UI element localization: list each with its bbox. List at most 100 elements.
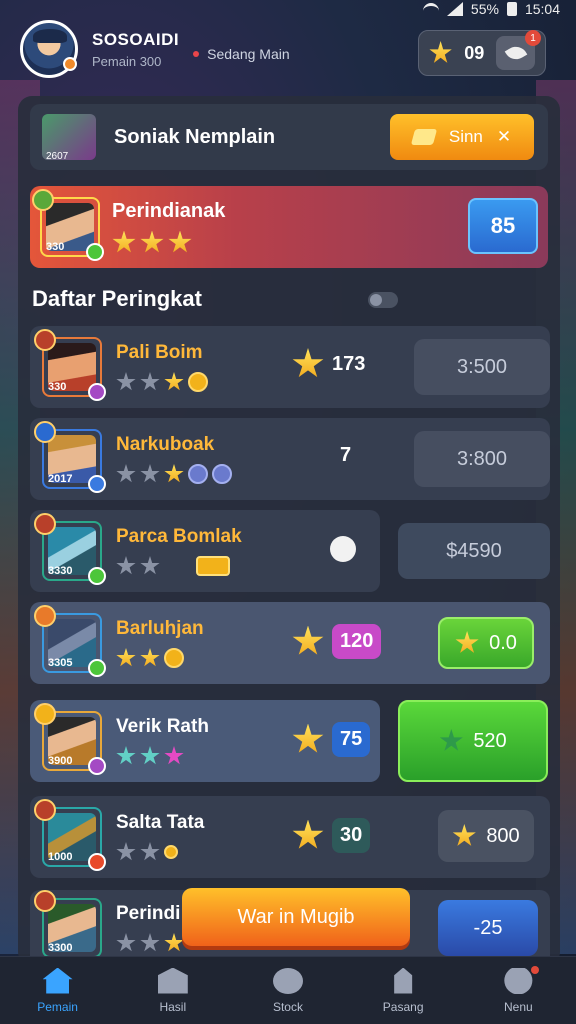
leaderboard-row[interactable]: 3900 Verik Rath 75 <box>30 700 380 782</box>
star-empty-icon <box>116 372 136 391</box>
rewards-button[interactable]: 1 <box>496 30 541 70</box>
star-icon <box>168 230 192 253</box>
player-action-button[interactable]: 800 <box>438 810 534 862</box>
notification-badge: 1 <box>525 30 541 46</box>
gold-bar-icon <box>196 556 230 576</box>
windmill-icon <box>394 967 413 994</box>
star-icon <box>292 625 324 655</box>
nav-hasil[interactable]: Hasil <box>128 967 218 1014</box>
coin-icon <box>188 372 208 392</box>
nav-pemain[interactable]: Pemain <box>13 967 103 1014</box>
star-icon <box>116 648 136 667</box>
nav-label: Nenu <box>504 999 533 1014</box>
nav-pasang[interactable]: Pasang <box>358 967 448 1014</box>
featured-player-card[interactable]: 330 Perindianak 85 <box>30 186 548 268</box>
star-empty-icon <box>140 933 160 952</box>
player-stars <box>116 372 208 392</box>
player-action-button[interactable]: 0.0 <box>438 617 534 669</box>
star-empty-icon <box>116 842 136 861</box>
player-action-button[interactable]: 520 <box>398 700 548 782</box>
star-icon <box>164 933 184 952</box>
player-action-button[interactable]: 3:500 <box>414 339 550 395</box>
player-name: Pali Boim <box>116 342 203 363</box>
player-score <box>330 536 356 562</box>
player-name: Parca Bomlak <box>116 526 242 547</box>
star-currency-icon <box>429 41 452 63</box>
featured-value-button[interactable]: 85 <box>468 198 538 254</box>
player-stars <box>116 464 232 484</box>
globe-icon <box>272 967 303 994</box>
rank-badge <box>34 703 56 725</box>
leaderboard-row[interactable]: 2017 Narkuboak 7 3:800 <box>30 418 550 500</box>
hat-icon <box>33 29 67 43</box>
player-portrait: 1000 <box>34 799 106 871</box>
online-status: Sedang Main <box>193 46 290 62</box>
star-pink-icon <box>164 746 184 765</box>
player-stars <box>116 746 209 766</box>
status-badge <box>88 383 106 401</box>
player-portrait: 2017 <box>34 421 106 493</box>
leaderboard-row[interactable]: 330 Pali Boim 173 3:500 <box>30 326 550 408</box>
currency-box[interactable]: 09 1 <box>418 30 546 76</box>
nav-stock[interactable]: Stock <box>243 967 333 1014</box>
score-value: 30 <box>332 818 371 853</box>
player-score: 120 <box>292 624 382 659</box>
player-action-button[interactable]: 3:800 <box>414 431 550 487</box>
score-value: 75 <box>332 722 371 757</box>
leaderboard-row[interactable]: 1000 Salta Tata 30 800 <box>30 796 550 878</box>
player-level: 330 <box>48 381 67 393</box>
nav-label: Pemain <box>37 999 78 1014</box>
coin-icon <box>164 845 178 859</box>
user-info: SOSOAIDI Pemain 300 <box>92 30 179 69</box>
player-level: 3300 <box>48 942 73 954</box>
leaderboard-row[interactable]: 3305 Barluhjan 120 0.0 <box>30 602 550 684</box>
bottom-navigation: Pemain Hasil Stock Pasang Nenu <box>0 956 576 1024</box>
player-name: Barluhjan <box>116 618 204 639</box>
player-action-button[interactable]: $4590 <box>398 523 550 579</box>
user-subtitle: Pemain 300 <box>92 53 162 69</box>
building-icon <box>157 967 188 994</box>
avatar[interactable] <box>20 20 78 78</box>
player-score: 7 <box>340 444 351 467</box>
status-dot-icon <box>193 51 200 57</box>
score-value: 7 <box>340 444 352 466</box>
player-level: 2017 <box>48 473 73 485</box>
player-name: Salta Tata <box>116 812 205 833</box>
ball-icon <box>330 536 356 562</box>
rank-badge <box>34 329 56 351</box>
featured-info: Perindianak <box>112 200 225 255</box>
nav-nenu[interactable]: Nenu <box>473 965 563 1014</box>
banner-button[interactable]: Sinn ✕ <box>390 114 534 160</box>
close-icon[interactable]: ✕ <box>497 127 511 147</box>
player-stars <box>116 648 204 668</box>
banner-button-label: Sinn <box>448 127 483 146</box>
section-title: Daftar Peringkat <box>32 286 202 311</box>
player-level: 3305 <box>48 657 73 669</box>
section-toggle[interactable] <box>368 292 398 308</box>
banner-title: Soniak Nemplain <box>114 125 276 148</box>
rank-badge <box>63 57 77 71</box>
star-green-icon <box>439 729 463 751</box>
player-info: Verik Rath <box>116 716 209 766</box>
user-icon <box>504 967 533 994</box>
featured-name: Perindianak <box>112 199 226 222</box>
nav-label: Pasang <box>382 999 424 1014</box>
username: SOSOAIDI <box>92 29 180 49</box>
rank-badge <box>34 890 56 912</box>
cta-button[interactable]: War in Mugib <box>182 888 410 946</box>
star-icon <box>164 372 184 391</box>
action-value: -25 <box>473 916 503 939</box>
featured-status-badge <box>86 243 104 261</box>
rank-badge <box>34 513 56 535</box>
star-icon <box>164 464 184 483</box>
star-empty-icon <box>116 464 136 483</box>
action-value: 3:500 <box>456 355 508 378</box>
player-level: 3900 <box>48 755 73 767</box>
player-portrait: 330 <box>34 329 106 401</box>
coin-icon <box>164 648 184 668</box>
star-empty-icon <box>140 842 160 861</box>
star-teal-icon <box>116 746 136 765</box>
leaderboard-row[interactable]: 3330 Parca Bomlak <box>30 510 380 592</box>
player-action-button[interactable]: -25 <box>438 900 538 956</box>
rank-badge <box>34 799 56 821</box>
